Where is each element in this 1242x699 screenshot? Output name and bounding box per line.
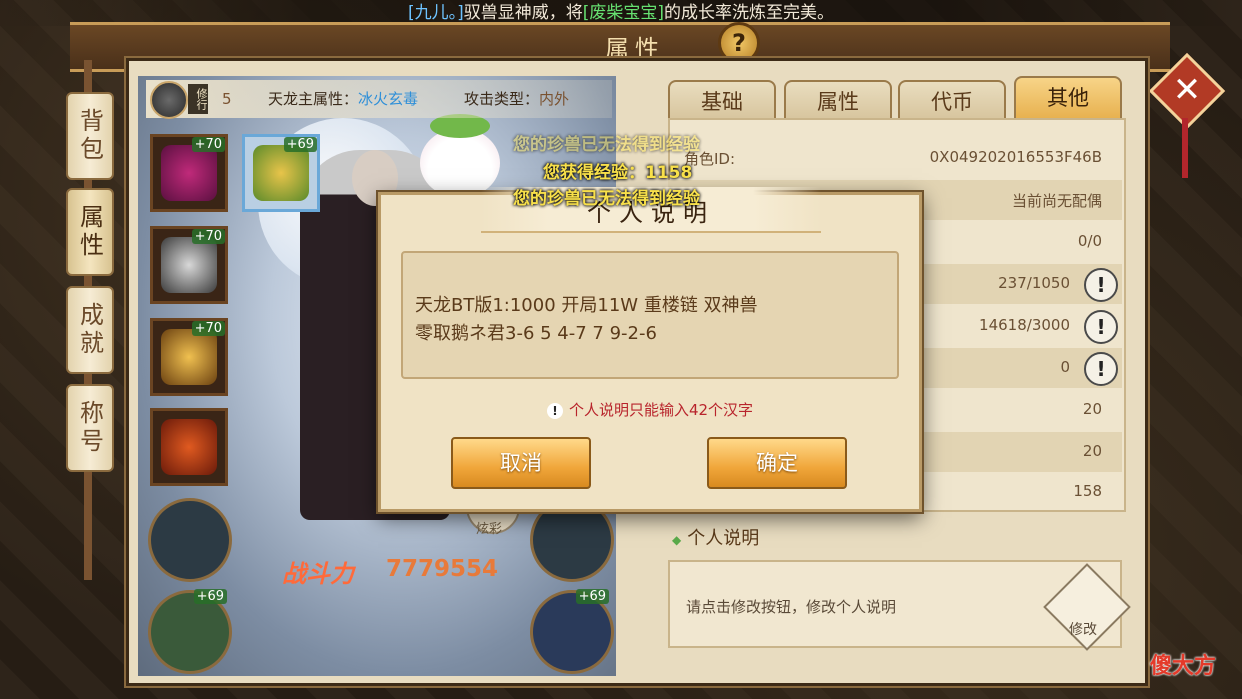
atk-type-value: 内外 — [539, 90, 570, 108]
equip-slot-5[interactable] — [150, 408, 228, 486]
confirm-button[interactable]: 确定 — [707, 437, 847, 489]
broadcast-pet: [废柴宝宝] — [582, 3, 665, 23]
equip-slot-6[interactable] — [148, 498, 232, 582]
personal-desc-dialog: 个人说明 天龙BT版1:1000 开局11W 重楼链 双神兽 零取鹅ネ君3-6 … — [378, 187, 922, 512]
equip-level: +70 — [191, 229, 225, 244]
tab-basic[interactable]: 基础 — [668, 80, 776, 122]
equip-slot-7[interactable]: +69 — [148, 589, 232, 674]
tab-currency[interactable]: 代币 — [898, 80, 1006, 122]
equip-slot-9[interactable]: +69 — [530, 589, 614, 674]
weapon-icon — [161, 419, 217, 475]
equip-slot-4[interactable]: +70 — [150, 318, 228, 396]
side-tab-bag[interactable]: 背包 — [66, 92, 114, 180]
desc-line-2: 零取鹅ネ君3-6 5 4-7 7 9-2-6 — [415, 323, 657, 344]
broadcast-player: [九儿。] — [407, 3, 464, 23]
info-alert-icon[interactable]: ! — [1084, 310, 1118, 344]
info-row-role-id: 角色ID: 0X049202016553F46B — [668, 138, 1122, 178]
equip-level: +69 — [283, 137, 317, 152]
row-value: 158 — [1073, 482, 1102, 500]
seal-icon — [253, 145, 309, 201]
rank-value: 5 — [222, 90, 232, 108]
broadcast-text-end: 的成长率洗炼至完美。 — [664, 3, 835, 23]
equip-level: +70 — [191, 321, 225, 336]
combat-power-value: 7779554 — [386, 556, 499, 582]
exp-gain-message: 您获得经验：1158 — [543, 163, 693, 183]
equip-slot-3[interactable]: +70 — [150, 226, 228, 304]
desc-line-1: 天龙BT版1:1000 开局11W 重楼链 双神兽 — [415, 295, 758, 316]
info-alert-icon[interactable]: ! — [1084, 352, 1118, 386]
row-value: 0X049202016553F46B — [929, 148, 1102, 166]
skin-label: 炫彩 — [476, 522, 503, 537]
side-tab-attributes[interactable]: 属性 — [66, 188, 114, 276]
equip-slot-2[interactable]: +69 — [242, 134, 320, 212]
main-attr-label: 天龙主属性： — [268, 90, 359, 108]
main-attribute: 天龙主属性：冰火玄毒 — [268, 80, 418, 118]
row-value: 当前尚无配偶 — [1011, 192, 1102, 210]
side-tab-titles[interactable]: 称号 — [66, 384, 114, 472]
attack-type: 攻击类型：内外 — [464, 80, 569, 118]
tab-attributes[interactable]: 属性 — [784, 80, 892, 122]
personal-desc-placeholder: 请点击修改按钮，修改个人说明 — [686, 598, 897, 616]
row-value: 20 — [1082, 400, 1102, 418]
armor-icon — [161, 237, 217, 293]
pet-exp-message: 您的珍兽已无法得到经验 — [513, 189, 700, 209]
combat-power-label: 战斗力 — [282, 560, 354, 588]
equip-level: +70 — [191, 137, 225, 152]
character-info-row: 修行 5 天龙主属性：冰火玄毒 攻击类型：内外 — [146, 80, 612, 119]
broadcast-text: 驭兽显神威，将 — [463, 3, 583, 23]
rank-icon — [150, 81, 188, 119]
row-value: 0 — [1060, 358, 1070, 376]
alert-icon: ! — [546, 403, 563, 419]
tab-other[interactable]: 其他 — [1014, 76, 1122, 122]
personal-desc-title: 个人说明 — [672, 524, 759, 550]
char-limit-warning: ! 个人说明只能输入42个汉字 — [381, 399, 919, 420]
close-icon: ✕ — [1172, 70, 1202, 110]
row-value: 20 — [1082, 442, 1102, 460]
watermark: 傻大方 — [1150, 654, 1217, 679]
boots-icon — [161, 329, 217, 385]
rank-tag: 修行 — [188, 84, 208, 114]
row-value: 14618/3000 — [979, 316, 1070, 334]
faded-system-message: 您的珍兽已无法得到经验 — [513, 135, 700, 155]
edit-label: 修改 — [1069, 622, 1097, 638]
main-attr-value: 冰火玄毒 — [358, 90, 419, 108]
side-tab-achievements[interactable]: 成就 — [66, 286, 114, 374]
row-value: 237/1050 — [998, 274, 1070, 292]
tassel-decoration — [1182, 118, 1188, 178]
info-alert-icon[interactable]: ! — [1084, 268, 1118, 302]
equip-level: +69 — [193, 589, 227, 604]
equip-level: +69 — [575, 589, 609, 604]
equip-slot-1[interactable]: +70 — [150, 134, 228, 212]
bracelet-icon — [161, 145, 217, 201]
warning-text: 个人说明只能输入42个汉字 — [568, 401, 754, 419]
atk-type-label: 攻击类型： — [464, 90, 540, 108]
row-value: 0/0 — [1077, 232, 1102, 250]
cancel-button[interactable]: 取消 — [451, 437, 591, 489]
